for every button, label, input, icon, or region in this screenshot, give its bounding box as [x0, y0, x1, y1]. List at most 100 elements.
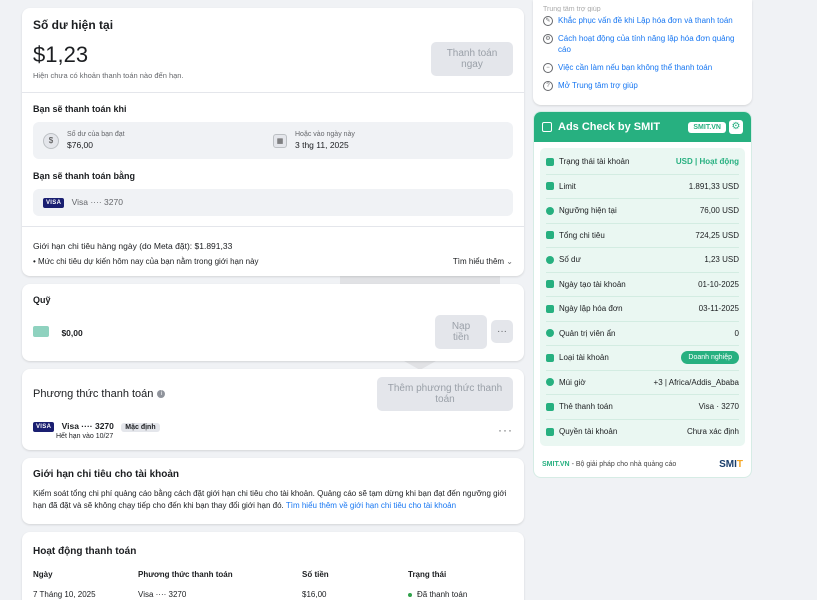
- visa-logo-icon: VISA: [33, 421, 55, 432]
- invoice-icon: [546, 304, 554, 313]
- smit-title: Ads Check by SMIT: [558, 121, 661, 133]
- balance-card: Số dư hiện tại $1,23 Hiện chưa có khoản …: [22, 8, 524, 276]
- add-funds-button[interactable]: Nạp tiền: [435, 314, 487, 349]
- pay-when-title: Bạn sẽ thanh toán khi: [33, 104, 127, 114]
- smit-row-threshold: Ngưỡng hiện tại 76,00 USD: [546, 199, 739, 224]
- smit-row-total-spend: Tổng chi tiêu 724,25 USD: [546, 224, 739, 248]
- balance-note: Hiện chưa có khoản thanh toán nào đến hạ…: [33, 71, 184, 80]
- card-expiry: Hết hạn vào 10/27: [56, 432, 114, 440]
- account-limit-title: Giới hạn chi tiêu cho tài khoản: [33, 468, 180, 480]
- balance-icon: [546, 255, 554, 264]
- help-link-cannot-pay[interactable]: − Việc cần làm nếu bạn không thể thanh to…: [543, 62, 742, 73]
- smit-panel: Ads Check by SMIT SMIT.VN ⚙ Trạng thái t…: [533, 111, 752, 478]
- smit-info-list: Trạng thái tài khoản USD | Hoạt động Limi…: [540, 148, 745, 446]
- users-icon: [546, 427, 554, 436]
- smit-row-balance: Số dư 1,23 USD: [546, 248, 739, 273]
- gear-icon[interactable]: ⚙: [729, 120, 743, 134]
- smit-row-card: Thẻ thanh toán Visa · 3270: [546, 395, 739, 420]
- threshold-label: Số dư của bạn đạt: [67, 131, 125, 138]
- shield-icon: [546, 329, 554, 338]
- left-column: Số dư hiện tại $1,23 Hiện chưa có khoản …: [22, 8, 524, 600]
- activity-title: Hoạt động thanh toán: [33, 545, 137, 557]
- date-label: Hoặc vào ngày này: [295, 131, 355, 138]
- help-top-cut: Trung tâm trợ giúp: [543, 6, 601, 12]
- pay-with-title: Bạn sẽ thanh toán bằng: [33, 171, 136, 181]
- smit-row-account-type: Loại tài khoản Doanh nghiệp: [546, 346, 739, 371]
- payment-methods-card: Phương thức thanh toán i Thêm phương thức…: [22, 368, 524, 450]
- payment-methods-title: Phương thức thanh toán i: [33, 388, 166, 400]
- minus-circle-icon: −: [543, 63, 553, 73]
- row-method: Visa ···· 3270: [138, 589, 187, 599]
- row-amount: $16,00: [302, 589, 327, 599]
- calendar-icon: ▦: [273, 133, 287, 148]
- card-more-options-icon[interactable]: ···: [498, 423, 513, 437]
- smit-logo-icon: SMIT: [719, 459, 743, 470]
- row-status: Đã thanh toán: [408, 582, 513, 600]
- help-link-billing-issues[interactable]: ✎ Khắc phục vấn đề khi Lập hóa đơn và tha…: [543, 15, 742, 26]
- pay-with-card: VISA Visa ···· 3270: [33, 189, 513, 216]
- info-icon[interactable]: i: [157, 389, 166, 398]
- smit-row-invoice-date: Ngày lập hóa đơn 03-11-2025: [546, 297, 739, 322]
- fund-title: Quỹ: [33, 294, 51, 305]
- fund-card: Quỹ $0,00 Nạp tiền ···: [22, 283, 524, 361]
- wallet-icon: [33, 326, 49, 338]
- visa-logo-icon: VISA: [43, 197, 65, 208]
- smit-row-permissions: Quyền tài khoản Chưa xác định: [546, 420, 739, 445]
- date-value: 3 thg 11, 2025: [295, 140, 349, 150]
- wrench-icon: ✎: [543, 16, 553, 26]
- row-date: 7 Tháng 10, 2025: [33, 589, 96, 599]
- smit-footer: SMIT.VN - Bộ giải pháp cho nhà quảng cáo…: [542, 459, 743, 470]
- account-type-badge: Doanh nghiệp: [681, 351, 739, 365]
- add-payment-method-button[interactable]: Thêm phương thức thanh toán: [377, 376, 513, 411]
- smit-badge[interactable]: SMIT.VN: [688, 121, 726, 133]
- col-status: Trạng thái: [408, 569, 447, 579]
- pay-now-button[interactable]: Thanh toán ngay: [431, 42, 513, 76]
- account-limit-learn-more-link[interactable]: Tìm hiểu thêm về giới hạn chi tiêu cho t…: [286, 501, 456, 510]
- fund-amount: $0,00: [61, 327, 83, 338]
- user-icon: [546, 353, 554, 362]
- smit-row-timezone: Múi giờ +3 | Africa/Addis_Ababa: [546, 371, 739, 395]
- limit-icon: [546, 182, 554, 191]
- default-badge: Mặc định: [121, 422, 160, 432]
- account-limit-card: Giới hạn chi tiêu cho tài khoản Kiểm soá…: [22, 457, 524, 524]
- help-card: Trung tâm trợ giúp ✎ Khắc phục vấn đề khi…: [533, 0, 752, 105]
- smit-row-limit: Limit 1.891,33 USD: [546, 175, 739, 199]
- spend-icon: [546, 231, 554, 240]
- smit-row-created: Ngày tạo tài khoản 01-10-2025: [546, 273, 739, 297]
- pay-with-card-label: Visa ···· 3270: [71, 197, 123, 207]
- col-date: Ngày: [33, 569, 53, 579]
- smit-footer-brand[interactable]: SMIT.VN: [542, 461, 570, 468]
- account-limit-description: Kiểm soát tổng chi phí quảng cáo bằng cá…: [33, 488, 507, 510]
- col-method: Phương thức thanh toán: [138, 569, 233, 579]
- balance-amount: $1,23: [33, 42, 89, 67]
- col-amount: Số tiền: [302, 569, 329, 579]
- table-row[interactable]: 7 Tháng 10, 2025 Visa ···· 3270 $16,00 Đ…: [33, 582, 513, 600]
- question-icon: ?: [543, 81, 553, 91]
- table-header-row: Ngày Phương thức thanh toán Số tiền Trạn…: [33, 567, 513, 582]
- chevron-down-icon: ⌄: [506, 256, 513, 266]
- help-link-how-billing-works[interactable]: ⚙ Cách hoạt động của tính năng lập hóa đơ…: [543, 33, 742, 55]
- activity-table: Ngày Phương thức thanh toán Số tiền Trạn…: [33, 567, 513, 600]
- help-link-help-center[interactable]: ? Mở Trung tâm trợ giúp: [543, 80, 742, 91]
- threshold-value: $76,00: [67, 140, 93, 150]
- check-square-icon: [542, 122, 552, 132]
- payment-card-label: Visa ···· 3270: [61, 420, 114, 431]
- calendar-icon: [546, 280, 554, 289]
- gear-icon: ⚙: [543, 34, 553, 44]
- threshold-icon: [546, 206, 554, 215]
- pay-when-box: $ Số dư của bạn đạt $76,00 ▦ Hoặc vào ng…: [33, 122, 513, 159]
- smit-header: Ads Check by SMIT SMIT.VN ⚙: [534, 112, 751, 142]
- daily-limit-text: Giới hạn chi tiêu hàng ngày (do Meta đặt…: [33, 240, 233, 251]
- dollar-icon: $: [43, 132, 59, 149]
- learn-more-link[interactable]: Tìm hiểu thêm ⌄: [453, 257, 513, 266]
- clock-icon: [546, 378, 554, 387]
- status-dot-icon: [408, 592, 412, 597]
- status-icon: [546, 157, 554, 166]
- smit-row-status: Trạng thái tài khoản USD | Hoạt động: [546, 150, 739, 175]
- more-options-button[interactable]: ···: [491, 320, 513, 344]
- card-icon: [546, 402, 554, 411]
- balance-title: Số dư hiện tại: [33, 18, 114, 32]
- payment-activity-card: Hoạt động thanh toán Ngày Phương thức th…: [22, 531, 524, 600]
- daily-limit-bullet: • Mức chi tiêu dự kiến hôm nay của bạn n…: [33, 256, 259, 266]
- smit-row-hidden-admins: Quản trị viên ẩn 0: [546, 322, 739, 346]
